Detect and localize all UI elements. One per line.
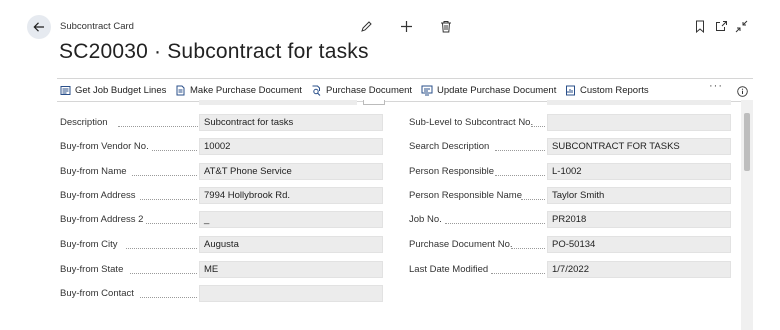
update-document-icon	[421, 85, 433, 95]
action-label: Update Purchase Document	[437, 84, 557, 96]
get-job-budget-lines-action[interactable]: Get Job Budget Lines	[60, 79, 166, 101]
buy-from-address-2-field[interactable]: _	[199, 211, 383, 228]
breadcrumb: Subcontract Card	[60, 21, 134, 32]
field-leader	[130, 261, 197, 274]
field-label: Person Responsible Name	[409, 190, 523, 201]
buy-from-city-field[interactable]: Augusta	[199, 236, 383, 253]
field-leader	[126, 236, 197, 249]
partial-field	[547, 100, 731, 105]
field-leader	[495, 163, 545, 176]
field-label: Person Responsible	[409, 166, 495, 177]
field-leader	[491, 261, 545, 274]
field-label: Buy-from Address	[60, 190, 136, 201]
collapse-icon[interactable]	[733, 18, 749, 34]
open-new-window-icon[interactable]	[713, 18, 729, 34]
field-label: Purchase Document No.	[409, 239, 513, 250]
job-no-field[interactable]: PR2018	[547, 211, 731, 228]
field-label: Buy-from Address 2	[60, 214, 144, 225]
buy-from-name-field[interactable]: AT&T Phone Service	[199, 163, 383, 180]
bookmark-icon[interactable]	[692, 18, 708, 34]
field-label: Buy-from City	[60, 239, 118, 250]
field-label: Buy-from Vendor No.	[60, 141, 149, 152]
sub-level-field[interactable]	[547, 114, 731, 131]
field-label: Buy-from Name	[60, 166, 127, 177]
subcontract-card-page: Subcontract Card SC20030 · Subcontract f…	[0, 0, 780, 330]
report-icon	[566, 85, 575, 95]
make-purchase-document-action[interactable]: Make Purchase Document	[175, 79, 302, 101]
field-label: Buy-from State	[60, 264, 124, 275]
back-button[interactable]	[27, 15, 51, 39]
scrollbar-thumb[interactable]	[744, 113, 750, 171]
person-responsible-field[interactable]: L-1002	[547, 163, 731, 180]
delete-icon[interactable]	[438, 18, 454, 34]
field-leader	[146, 211, 197, 224]
buy-from-vendor-no-field[interactable]: 10002	[199, 138, 383, 155]
purchase-document-action[interactable]: Purchase Document	[311, 79, 412, 101]
field-label: Sub-Level to Subcontract No.	[409, 117, 534, 128]
more-actions-button[interactable]: ···	[709, 80, 723, 92]
edit-icon[interactable]	[358, 18, 374, 34]
partial-field	[199, 100, 357, 105]
field-label: Search Description	[409, 141, 490, 152]
custom-reports-action[interactable]: Custom Reports	[565, 79, 649, 101]
field-leader	[495, 138, 545, 151]
field-label: Description	[60, 117, 108, 128]
field-leader	[140, 285, 197, 298]
buy-from-state-field[interactable]: ME	[199, 261, 383, 278]
search-document-icon	[312, 85, 321, 96]
update-purchase-document-action[interactable]: Update Purchase Document	[421, 79, 556, 101]
last-date-modified-field[interactable]: 1/7/2022	[547, 261, 731, 278]
action-label: Make Purchase Document	[190, 84, 302, 96]
page-title: SC20030 · Subcontract for tasks	[59, 40, 369, 63]
document-icon	[176, 85, 185, 95]
description-field[interactable]: Subcontract for tasks	[199, 114, 383, 131]
buy-from-address-field[interactable]: 7994 Hollybrook Rd.	[199, 187, 383, 204]
field-label: Buy-from Contact	[60, 288, 134, 299]
field-leader	[152, 138, 197, 151]
field-leader	[531, 114, 545, 127]
add-icon[interactable]	[398, 18, 414, 34]
field-leader	[140, 187, 197, 200]
field-leader	[511, 236, 545, 249]
action-bar: Get Job Budget Lines Make Purchase Docum…	[57, 78, 753, 102]
lines-icon	[60, 85, 71, 95]
action-label: Purchase Document	[326, 84, 413, 96]
partial-field-button	[363, 100, 385, 105]
field-leader	[521, 187, 545, 200]
field-leader	[445, 211, 545, 224]
buy-from-contact-field[interactable]	[199, 285, 383, 302]
field-label: Job No.	[409, 214, 442, 225]
search-description-field[interactable]: SUBCONTRACT FOR TASKS	[547, 138, 731, 155]
field-leader	[132, 163, 197, 176]
action-label: Custom Reports	[580, 84, 649, 96]
field-label: Last Date Modified	[409, 264, 489, 275]
arrow-left-icon	[33, 22, 44, 32]
purchase-document-no-field[interactable]: PO-50134	[547, 236, 731, 253]
person-responsible-name-field[interactable]: Taylor Smith	[547, 187, 731, 204]
action-label: Get Job Budget Lines	[75, 84, 167, 96]
